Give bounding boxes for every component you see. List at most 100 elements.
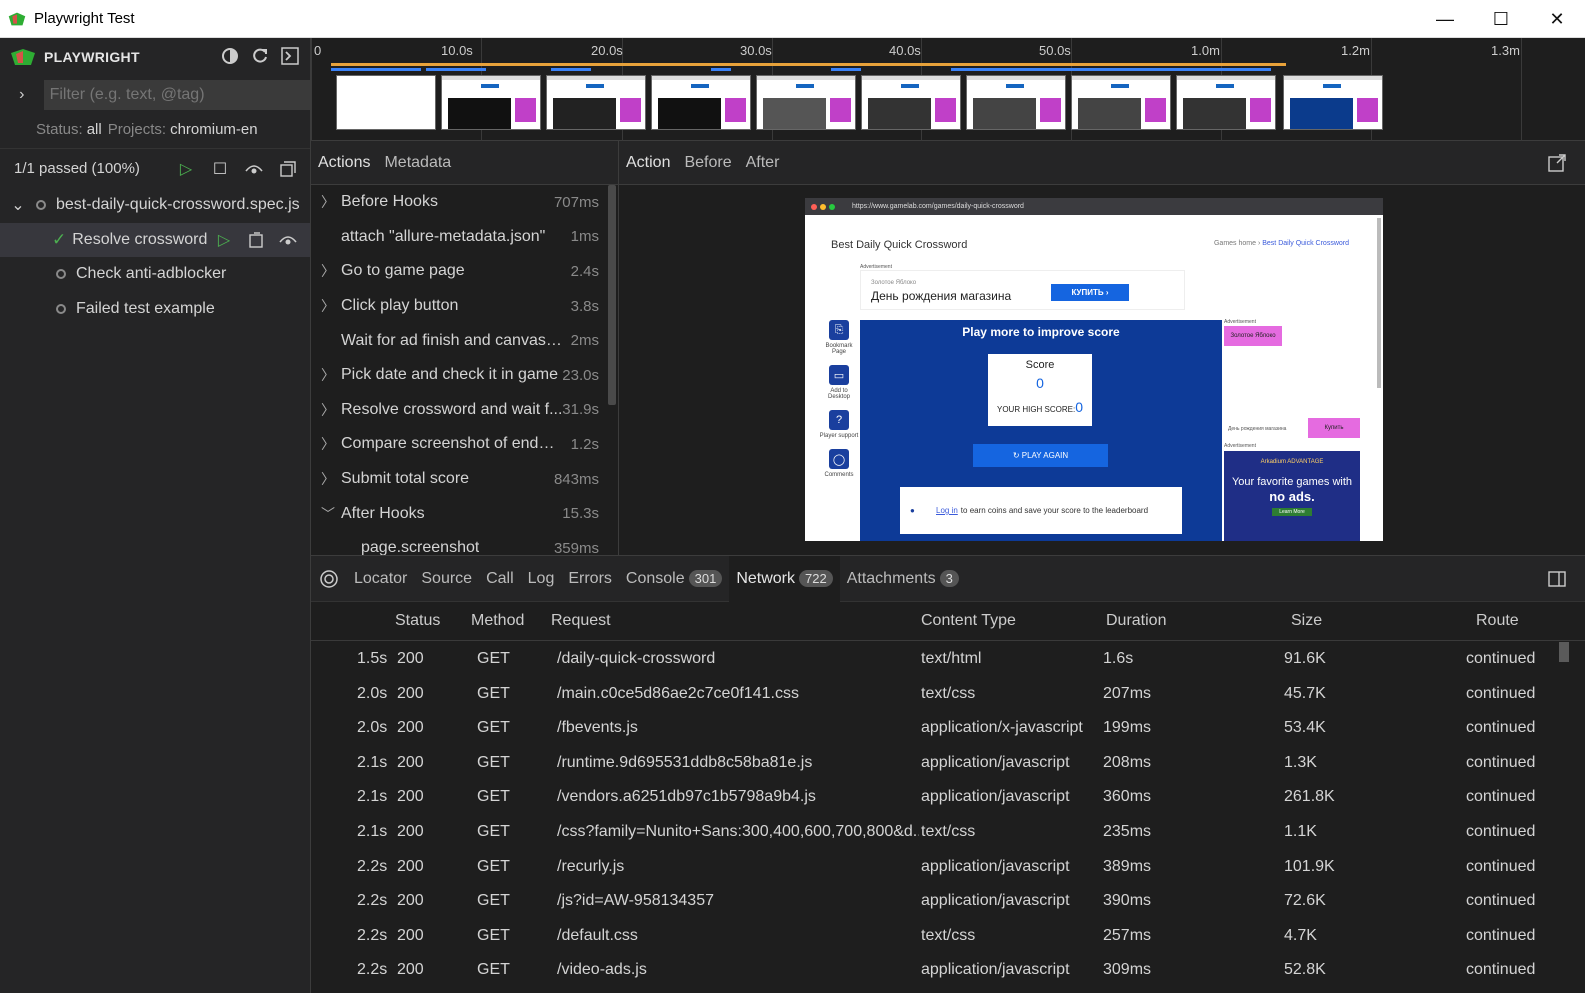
tool-player-support[interactable]: ? Player support <box>819 410 859 439</box>
timeline-thumbnail[interactable] <box>546 75 646 130</box>
timeline-thumbnail[interactable] <box>651 75 751 130</box>
theme-toggle-icon[interactable] <box>220 46 240 66</box>
timeline-thumbnail[interactable] <box>756 75 856 130</box>
action-item[interactable]: 〉 Before Hooks 707ms <box>311 185 618 220</box>
test-item-failed-test-example[interactable]: Failed test example <box>0 292 310 327</box>
timeline-thumbnail[interactable] <box>336 75 436 130</box>
tab-network[interactable]: Network 722 <box>729 555 840 602</box>
terminal-icon[interactable] <box>280 46 300 66</box>
login-link[interactable]: Log in <box>936 506 958 515</box>
tab-action[interactable]: Action <box>619 141 677 185</box>
test-item-check-anti-adblocker[interactable]: Check anti-adblocker <box>0 257 310 292</box>
action-item[interactable]: 〉 Submit total score 843ms <box>311 462 618 497</box>
chevron-right-icon[interactable]: 〉 <box>321 434 341 454</box>
test-file-item[interactable]: ⌄ best-daily-quick-crossword.spec.js <box>0 188 310 223</box>
chevron-right-icon[interactable]: 〉 <box>321 400 341 420</box>
tool-comments[interactable]: ◯ Comments <box>819 449 859 478</box>
snapshot-scrollbar[interactable] <box>1377 218 1381 388</box>
timeline-thumbnail[interactable] <box>861 75 961 130</box>
tool-bookmark[interactable]: ⎘ Bookmark Page <box>819 320 859 355</box>
watch-icon[interactable] <box>244 159 264 179</box>
collapse-all-icon[interactable] <box>278 159 298 179</box>
crumb-current[interactable]: Best Daily Quick Crossword <box>1262 240 1349 247</box>
arkadium-ad[interactable]: Arkadium ADVANTAGE Your favorite games w… <box>1224 451 1360 541</box>
timeline[interactable]: 0 10.0s 20.0s 30.0s 40.0s 50.0s 1.0m 1.2… <box>311 38 1585 141</box>
side-ad-badge[interactable]: Золотое Яблоко <box>1224 326 1282 346</box>
network-row[interactable]: 2.1s 200 GET/runtime.9d695531ddb8c58ba81e.… <box>311 746 1559 781</box>
column-route[interactable]: Route <box>1476 612 1519 630</box>
chevron-right-icon[interactable]: 〉 <box>321 469 341 489</box>
close-button[interactable]: ✕ <box>1529 0 1585 38</box>
pick-locator-icon[interactable] <box>319 569 339 589</box>
network-row[interactable]: 2.2s 200 GET/js?id=AW-958134357 application… <box>311 884 1559 919</box>
network-row[interactable]: 2.2s 200 GET/recurly.js application/javascr… <box>311 850 1559 885</box>
timeline-thumbnail[interactable] <box>1283 75 1383 130</box>
play-again-button[interactable]: ↻ PLAY AGAIN <box>973 444 1108 467</box>
status-filter-summary[interactable]: Status: all Projects: chromium-en <box>0 114 310 144</box>
timeline-thumbnail[interactable] <box>1176 75 1276 130</box>
network-row[interactable]: 1.5s 200 GET/daily-quick-crossword text/htm… <box>311 642 1559 677</box>
action-item[interactable]: 〉 Click play button 3.8s <box>311 289 618 324</box>
tool-add-desktop[interactable]: ▭ Add to Desktop <box>819 365 859 400</box>
action-item[interactable]: 〉 Go to game page 2.4s <box>311 254 618 289</box>
network-row[interactable]: 2.0s 200 GET/main.c0ce5d86ae2c7ce0f141.css… <box>311 677 1559 712</box>
tab-after[interactable]: After <box>739 141 787 185</box>
reload-icon[interactable] <box>250 46 270 66</box>
tab-errors[interactable]: Errors <box>561 556 619 602</box>
side-ad-buy-button[interactable]: Купить <box>1308 418 1360 438</box>
action-item[interactable]: ﹀ After Hooks 15.3s <box>311 496 618 531</box>
tab-attachments[interactable]: Attachments 3 <box>840 556 966 602</box>
column-status[interactable]: Status <box>395 612 440 630</box>
action-item[interactable]: Wait for ad finish and canvas ... 2ms <box>311 323 618 358</box>
network-row[interactable]: 2.1s 200 GET/css?family=Nunito+Sans:300,40… <box>311 815 1559 850</box>
column-request[interactable]: Request <box>551 612 611 630</box>
column-duration[interactable]: Duration <box>1106 612 1166 630</box>
tab-call[interactable]: Call <box>479 556 521 602</box>
network-row[interactable]: 2.0s 200 GET/fbevents.js application/x-java… <box>311 711 1559 746</box>
network-scrollbar[interactable] <box>1559 642 1569 662</box>
chevron-right-icon[interactable]: 〉 <box>321 365 341 385</box>
actions-scrollbar[interactable] <box>608 185 616 405</box>
chevron-right-icon[interactable]: 〉 <box>321 296 341 316</box>
open-source-icon[interactable] <box>246 230 266 250</box>
toggle-sidebar-icon[interactable] <box>1547 569 1567 589</box>
test-item-resolve-crossword[interactable]: ✓ Resolve crossword ▷ <box>0 222 310 257</box>
tab-console[interactable]: Console 301 <box>619 556 729 602</box>
timeline-thumbnail[interactable] <box>966 75 1066 130</box>
snapshot-browser[interactable]: https://www.gamelab.com/games/daily-quic… <box>805 198 1383 541</box>
tab-actions[interactable]: Actions <box>311 141 377 185</box>
tab-source[interactable]: Source <box>414 556 479 602</box>
run-test-icon[interactable]: ▷ <box>214 230 234 250</box>
stop-icon[interactable]: ☐ <box>210 159 230 179</box>
filter-input[interactable] <box>43 80 310 110</box>
maximize-button[interactable]: ☐ <box>1473 0 1529 38</box>
arkadium-cta[interactable]: Learn More <box>1272 508 1312 516</box>
action-item[interactable]: 〉 Resolve crossword and wait f... 31.9s <box>311 393 618 428</box>
chevron-right-icon[interactable]: › <box>12 85 32 105</box>
network-row[interactable]: 2.2s 200 GET/video-ads.js application/javas… <box>311 953 1559 988</box>
minimize-button[interactable]: — <box>1417 0 1473 38</box>
action-item[interactable]: attach "allure-metadata.json" 1ms <box>311 220 618 255</box>
chevron-down-icon[interactable]: ﹀ <box>321 504 341 524</box>
run-all-icon[interactable]: ▷ <box>176 159 196 179</box>
column-method[interactable]: Method <box>471 612 524 630</box>
watch-test-icon[interactable] <box>278 230 298 250</box>
chevron-down-icon[interactable]: ⌄ <box>10 195 26 215</box>
crumb-home[interactable]: Games home <box>1214 240 1256 247</box>
ad-buy-button[interactable]: КУПИТЬ › <box>1051 284 1129 301</box>
column-content-type[interactable]: Content Type <box>921 612 1016 630</box>
action-item[interactable]: 〉 Pick date and check it in game 23.0s <box>311 358 618 393</box>
open-external-icon[interactable] <box>1547 153 1567 173</box>
chevron-right-icon[interactable]: 〉 <box>321 261 341 281</box>
timeline-thumbnail[interactable] <box>1071 75 1171 130</box>
tab-before[interactable]: Before <box>677 141 738 185</box>
action-item[interactable]: 〉 Compare screenshot of endga... 1.2s <box>311 427 618 462</box>
timeline-thumbnail[interactable] <box>441 75 541 130</box>
top-ad[interactable]: Золотое Яблоко День рождения магазина КУ… <box>860 270 1185 310</box>
action-item[interactable]: page.screenshot 359ms <box>311 531 618 555</box>
game-canvas[interactable]: Play more to improve score Score 0 YOUR … <box>860 320 1222 541</box>
column-size[interactable]: Size <box>1291 612 1322 630</box>
tab-locator[interactable]: Locator <box>347 556 414 602</box>
network-row[interactable]: 2.1s 200 GET/vendors.a6251db97c1b5798a9b4.… <box>311 780 1559 815</box>
network-row[interactable]: 2.2s 200 GET/default.css text/css 257ms 4.7K c… <box>311 919 1559 954</box>
